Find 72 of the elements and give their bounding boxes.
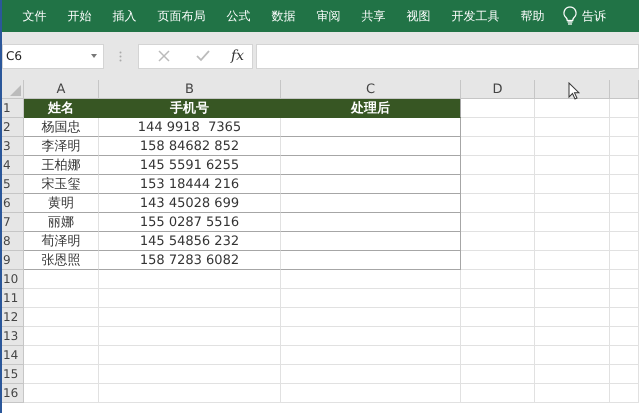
- row-header[interactable]: 14: [2, 346, 24, 365]
- name-cell: 丽娜: [24, 213, 99, 232]
- row-header[interactable]: 13: [2, 327, 24, 346]
- ribbon-tab[interactable]: 数据: [261, 0, 306, 32]
- insert-function-button[interactable]: fx: [231, 48, 244, 64]
- empty-cell[interactable]: [281, 175, 461, 194]
- mouse-pointer-icon: [568, 82, 580, 100]
- dropdown-icon[interactable]: [91, 54, 97, 58]
- column-header[interactable]: [535, 80, 610, 99]
- tell-me-field[interactable]: 告诉: [582, 8, 606, 24]
- empty-cell[interactable]: [281, 118, 461, 137]
- header-cell: 姓名: [24, 99, 99, 118]
- row-header[interactable]: 2: [2, 118, 24, 137]
- header-cell: 手机号: [99, 99, 281, 118]
- phone-cell: 153 18444 216: [99, 175, 281, 194]
- ribbon-tab[interactable]: 插入: [102, 0, 147, 32]
- row-header[interactable]: 16: [2, 384, 24, 403]
- ribbon-tab[interactable]: 开始: [57, 0, 102, 32]
- phone-cell: 145 5591 6255: [99, 156, 281, 175]
- ribbon-tab[interactable]: 共享: [351, 0, 396, 32]
- ribbon-tab[interactable]: 文件: [12, 0, 57, 32]
- name-box[interactable]: C6: [2, 44, 104, 68]
- cancel-icon[interactable]: [158, 50, 170, 62]
- select-all-button[interactable]: [2, 80, 24, 99]
- phone-cell: 145 54856 232: [99, 232, 281, 251]
- row-header[interactable]: 8: [2, 232, 24, 251]
- row-header[interactable]: 9: [2, 251, 24, 270]
- ribbon-tab[interactable]: 页面布局: [147, 0, 216, 32]
- empty-cell[interactable]: [281, 232, 461, 251]
- name-cell: 张恩照: [24, 251, 99, 270]
- column-header[interactable]: A: [24, 80, 99, 99]
- row-header[interactable]: 3: [2, 137, 24, 156]
- phone-cell: 143 45028 699: [99, 194, 281, 213]
- header-cell: 处理后: [281, 99, 461, 118]
- row-header[interactable]: 15: [2, 365, 24, 384]
- grip-icon: [119, 50, 123, 62]
- empty-cell[interactable]: [281, 156, 461, 175]
- row-header[interactable]: 11: [2, 289, 24, 308]
- row-header[interactable]: 7: [2, 213, 24, 232]
- name-cell: 王柏娜: [24, 156, 99, 175]
- row-header[interactable]: 5: [2, 175, 24, 194]
- phone-cell: 158 84682 852: [99, 137, 281, 156]
- phone-cell: 144 9918 7365: [99, 118, 281, 137]
- ribbon-tab[interactable]: 开发工具: [441, 0, 510, 32]
- column-header[interactable]: B: [99, 80, 281, 99]
- row-header[interactable]: 4: [2, 156, 24, 175]
- empty-cell[interactable]: [281, 213, 461, 232]
- ribbon-tab[interactable]: 帮助: [510, 0, 555, 32]
- row-header[interactable]: 6: [2, 194, 24, 213]
- name-cell: 李泽明: [24, 137, 99, 156]
- ribbon-tab[interactable]: 视图: [396, 0, 441, 32]
- triangle-icon: [10, 85, 21, 96]
- name-cell: 荀泽明: [24, 232, 99, 251]
- formula-input[interactable]: [256, 44, 639, 68]
- column-header[interactable]: D: [461, 80, 535, 99]
- lightbulb-icon[interactable]: [563, 6, 577, 26]
- row-header[interactable]: 10: [2, 270, 24, 289]
- cell-reference: C6: [6, 49, 22, 63]
- empty-cell[interactable]: [281, 137, 461, 156]
- name-cell: 杨国忠: [24, 118, 99, 137]
- check-icon[interactable]: [196, 50, 210, 62]
- ribbon-tab[interactable]: 审阅: [306, 0, 351, 32]
- row-header[interactable]: 1: [2, 99, 24, 118]
- empty-cell[interactable]: [281, 194, 461, 213]
- empty-cell[interactable]: [281, 251, 461, 270]
- name-cell: 宋玉玺: [24, 175, 99, 194]
- ribbon-tab[interactable]: 公式: [216, 0, 261, 32]
- phone-cell: 158 7283 6082: [99, 251, 281, 270]
- row-header[interactable]: 12: [2, 308, 24, 327]
- name-cell: 黄明: [24, 194, 99, 213]
- phone-cell: 155 0287 5516: [99, 213, 281, 232]
- column-header[interactable]: C: [281, 80, 461, 99]
